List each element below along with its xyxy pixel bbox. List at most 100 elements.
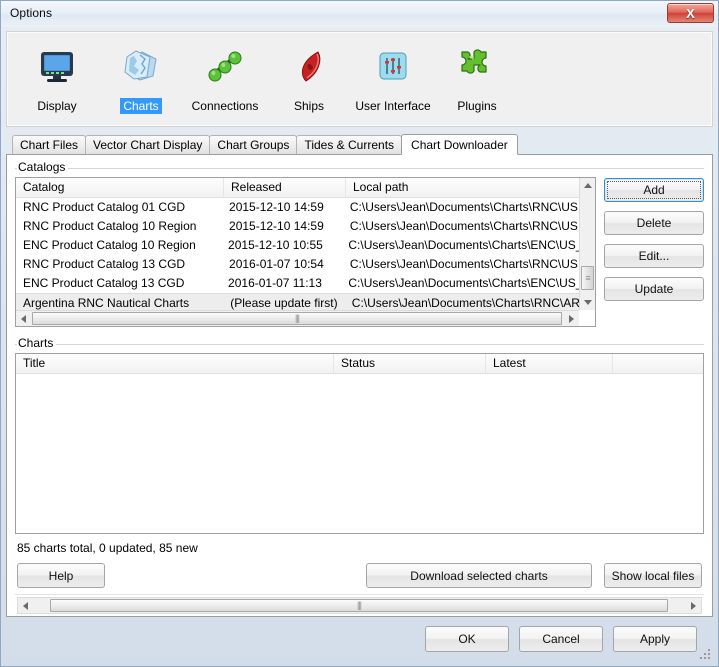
cell-catalog: RNC Product Catalog 13 CGD: [23, 257, 186, 271]
column-header-local-path[interactable]: Local path: [346, 178, 579, 197]
update-button[interactable]: Update: [604, 277, 704, 301]
cell-catalog: ENC Product Catalog 13 CGD: [23, 276, 185, 290]
toolbar-item-label: Ships: [293, 99, 325, 113]
scroll-down-button[interactable]: [580, 295, 595, 310]
catalog-list-horizontal-scrollbar[interactable]: |||: [16, 310, 579, 326]
ship-icon: [288, 44, 330, 90]
toolbar-item-label: User Interface: [355, 99, 431, 113]
page-horizontal-scrollbar[interactable]: |||: [17, 597, 702, 614]
scroll-right-button[interactable]: [686, 598, 701, 613]
cell-local-path: C:\Users\Jean\Documents\Charts\RNC\US.: [349, 219, 579, 233]
options-window: Options X Display Charts Connections Shi…: [0, 0, 719, 667]
tab-tides-and-currents[interactable]: Tides & Currents: [296, 135, 403, 154]
edit-button[interactable]: Edit...: [604, 244, 704, 268]
table-row[interactable]: RNC Product Catalog 10 Region 2015-12-10…: [16, 217, 579, 236]
tab-vector-chart-display[interactable]: Vector Chart Display: [85, 135, 211, 154]
toolbar-item-ships[interactable]: Ships: [267, 38, 351, 120]
sliders-icon: [372, 44, 414, 90]
chart-downloader-body: Catalogs Catalog Released Local path RNC…: [7, 155, 712, 616]
toolbar-item-connections[interactable]: Connections: [183, 38, 267, 120]
window-title: Options: [10, 6, 53, 20]
grip-icon: |||: [356, 600, 362, 610]
help-button[interactable]: Help: [17, 563, 105, 588]
cancel-button[interactable]: Cancel: [519, 626, 603, 652]
catalogs-row: Catalog Released Local path RNC Product …: [15, 177, 704, 327]
settings-toolbar: Display Charts Connections Ships User In…: [6, 31, 713, 127]
download-selected-charts-button[interactable]: Download selected charts: [366, 563, 592, 588]
connections-icon: [204, 44, 246, 90]
grip-icon: ≡: [585, 272, 590, 283]
cell-local-path: C:\Users\Jean\Documents\Charts\RNC\US.: [349, 257, 579, 271]
column-header-status[interactable]: Status: [334, 354, 486, 373]
column-header-latest[interactable]: Latest: [486, 354, 613, 373]
vertical-scroll-thumb[interactable]: ≡: [581, 266, 594, 290]
cell-catalog: RNC Product Catalog 10 Region: [23, 219, 197, 233]
column-header-title[interactable]: Title: [16, 354, 334, 373]
column-header-extra[interactable]: [613, 354, 703, 373]
cell-local-path: C:\Users\Jean\Documents\Charts\ENC\US_: [348, 276, 579, 290]
charts-icon: [120, 44, 162, 90]
chevron-up-icon: [583, 183, 592, 188]
tab-chart-downloader[interactable]: Chart Downloader: [401, 134, 518, 155]
delete-button[interactable]: Delete: [604, 211, 704, 235]
table-row[interactable]: ENC Product Catalog 13 CGD 2016-01-07 11…: [16, 274, 579, 293]
toolbar-item-plugins[interactable]: Plugins: [435, 38, 519, 120]
dialog-footer: OK Cancel Apply: [6, 617, 713, 661]
table-row[interactable]: RNC Product Catalog 01 CGD 2015-12-10 14…: [16, 198, 579, 217]
add-button[interactable]: Add: [604, 178, 704, 202]
group-divider: [15, 344, 704, 345]
cell-released: (Please update first): [230, 296, 338, 310]
charts-group-label: Charts: [17, 336, 57, 350]
catalog-list[interactable]: Catalog Released Local path RNC Product …: [15, 177, 596, 327]
charts-list[interactable]: Title Status Latest: [15, 353, 704, 534]
catalogs-group: Catalogs Catalog Released Local path RNC…: [15, 160, 704, 327]
table-row[interactable]: ENC Product Catalog 10 Region 2015-12-10…: [16, 236, 579, 255]
tab-chart-groups[interactable]: Chart Groups: [209, 135, 298, 154]
toolbar-item-user-interface[interactable]: User Interface: [351, 38, 435, 120]
grip-icon: |||: [294, 313, 300, 323]
tab-chart-files[interactable]: Chart Files: [12, 135, 87, 154]
cell-local-path: C:\Users\Jean\Documents\Charts\RNC\AR: [351, 296, 579, 310]
close-button[interactable]: X: [667, 3, 714, 23]
chart-action-bar: Help Download selected charts Show local…: [15, 555, 704, 588]
ok-button[interactable]: OK: [425, 626, 509, 652]
page-scroll-area: |||: [15, 594, 704, 616]
toolbar-item-label: Plugins: [457, 99, 497, 113]
toolbar-item-display[interactable]: Display: [15, 38, 99, 120]
table-row[interactable]: RNC Product Catalog 13 CGD 2016-01-07 10…: [16, 255, 579, 274]
cell-released: 2016-01-07 10:54: [229, 257, 324, 271]
chevron-right-icon: [691, 601, 696, 610]
catalog-list-header: Catalog Released Local path: [16, 178, 595, 198]
cell-catalog: RNC Product Catalog 01 CGD: [23, 200, 186, 214]
column-header-released[interactable]: Released: [224, 178, 346, 197]
catalog-list-vertical-scrollbar[interactable]: ≡: [579, 178, 595, 310]
status-text: 85 charts total, 0 updated, 85 new: [17, 541, 198, 555]
toolbar-item-charts[interactable]: Charts: [99, 38, 183, 120]
column-header-catalog[interactable]: Catalog: [16, 178, 224, 197]
horizontal-scroll-thumb[interactable]: |||: [50, 599, 668, 612]
resize-grip[interactable]: [698, 647, 710, 659]
cell-released: 2015-12-10 10:55: [228, 238, 323, 252]
cell-released: 2015-12-10 14:59: [229, 219, 324, 233]
scroll-left-button[interactable]: [18, 598, 33, 613]
tab-strip: Chart Files Vector Chart Display Chart G…: [6, 133, 713, 155]
close-icon: X: [686, 5, 695, 21]
cell-catalog: Argentina RNC Nautical Charts: [23, 296, 190, 310]
scroll-left-button[interactable]: [16, 311, 31, 326]
cell-catalog: ENC Product Catalog 10 Region: [23, 238, 196, 252]
cell-released: 2015-12-10 14:59: [229, 200, 324, 214]
charts-list-header: Title Status Latest: [16, 354, 703, 374]
apply-button[interactable]: Apply: [613, 626, 697, 652]
cell-released: 2016-01-07 11:13: [228, 276, 322, 290]
scroll-right-button[interactable]: [564, 311, 579, 326]
title-bar: Options X: [1, 1, 718, 27]
show-local-files-button[interactable]: Show local files: [604, 563, 702, 588]
puzzle-icon: [456, 44, 498, 90]
catalog-actions: Add Delete Edit... Update: [604, 177, 704, 301]
horizontal-scroll-thumb[interactable]: |||: [32, 312, 562, 325]
cell-local-path: C:\Users\Jean\Documents\Charts\RNC\US.: [349, 200, 579, 214]
chevron-left-icon: [23, 601, 28, 610]
scroll-up-button[interactable]: [580, 178, 595, 193]
monitor-icon: [37, 44, 77, 90]
chevron-down-icon: [583, 300, 592, 305]
